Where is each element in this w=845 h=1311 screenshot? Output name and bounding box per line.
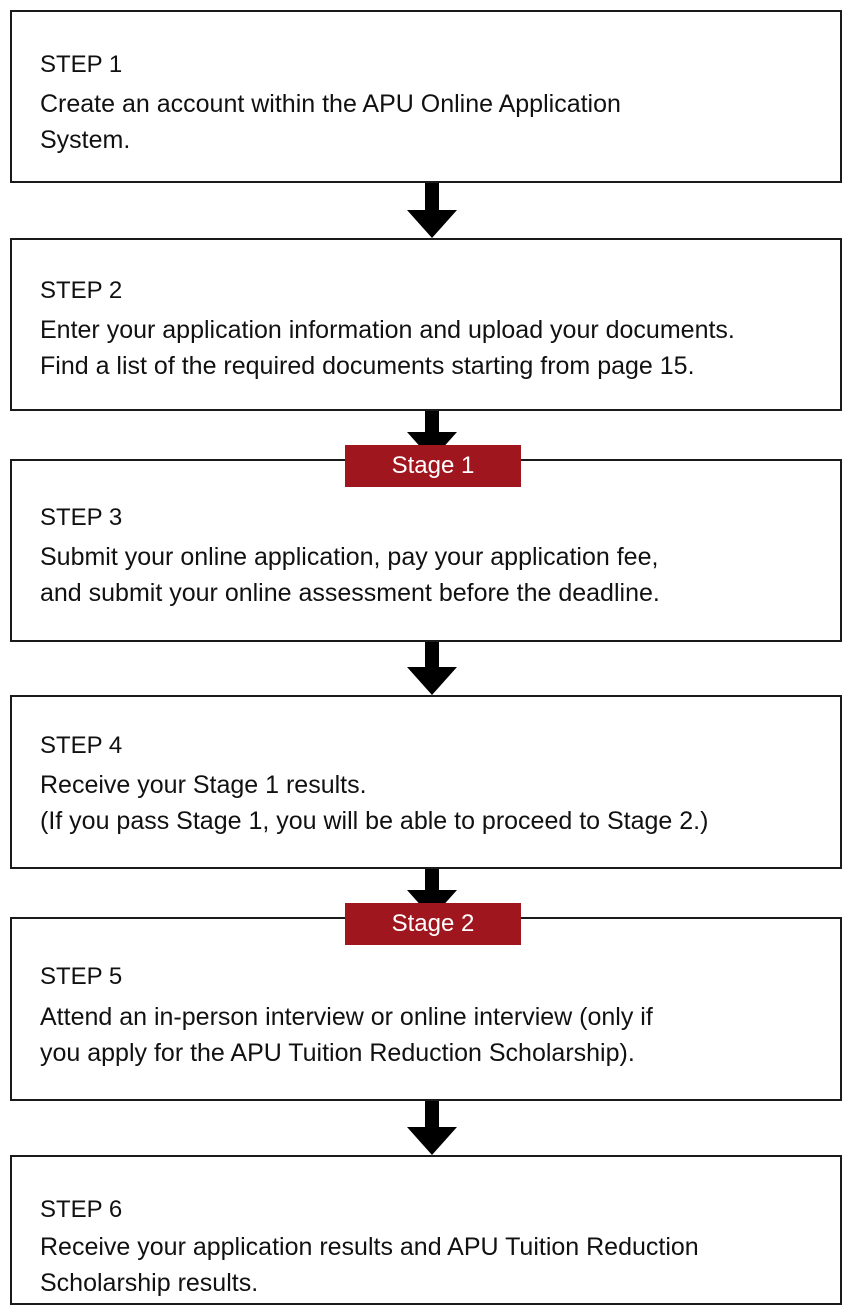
step-6-label: STEP 6 [40,1196,123,1223]
step-4-text: Receive your Stage 1 results. (If you pa… [40,767,830,839]
step-6-box: STEP 6 Receive your application results … [10,1155,842,1305]
step-6-text-line-2: Scholarship results. [40,1269,259,1297]
step-1-box: STEP 1 Create an account within the APU … [10,10,842,183]
step-6-text-line-1: Receive your application results and APU… [40,1233,699,1261]
step-1-text-line-1: Create an account within the APU Online … [40,90,621,118]
step-3-text: Submit your online application, pay your… [40,539,830,611]
step-2-label: STEP 2 [40,277,123,304]
stage-2-badge: Stage 2 [345,903,521,945]
step-1-text: Create an account within the APU Online … [40,86,830,158]
step-1-label: STEP 1 [40,51,123,78]
step-3-text-line-2: and submit your online assessment before… [40,579,660,607]
step-4-text-line-1: Receive your Stage 1 results. [40,771,367,799]
step-6-text: Receive your application results and APU… [40,1229,830,1301]
step-4-label: STEP 4 [40,732,123,759]
step-2-text-line-1: Enter your application information and u… [40,316,735,344]
step-2-text-line-2: Find a list of the required documents st… [40,352,695,380]
step-1-text-line-2: System. [40,126,131,154]
step-5-label: STEP 5 [40,963,123,990]
stage-1-badge: Stage 1 [345,445,521,487]
step-4-box: STEP 4 Receive your Stage 1 results. (If… [10,695,842,869]
arrow-down-icon [407,183,457,238]
arrow-down-icon [407,642,457,695]
step-4-text-line-2: (If you pass Stage 1, you will be able t… [40,807,709,835]
step-5-text-line-1: Attend an in-person interview or online … [40,1003,653,1031]
step-5-text: Attend an in-person interview or online … [40,999,830,1071]
step-3-text-line-1: Submit your online application, pay your… [40,543,659,571]
arrow-down-icon [407,1101,457,1155]
step-3-label: STEP 3 [40,504,123,531]
step-2-box: STEP 2 Enter your application informatio… [10,238,842,411]
step-5-text-line-2: you apply for the APU Tuition Reduction … [40,1039,635,1067]
step-2-text: Enter your application information and u… [40,312,830,384]
